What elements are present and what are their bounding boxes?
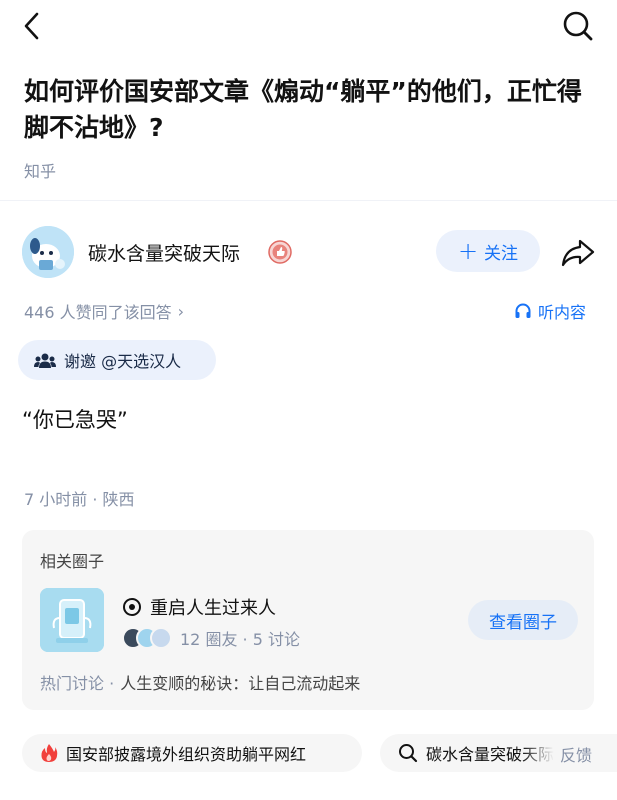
circle-stats: 12 圈友 · 5 讨论 <box>122 626 300 650</box>
thumbs-up-badge-icon <box>268 240 292 264</box>
hot-discussion-text: 人生变顺的秘诀：让自己流动起来 <box>120 674 361 693</box>
author-name[interactable]: 碳水含量突破天际 <box>88 239 240 266</box>
follow-label: 关注 <box>484 243 519 264</box>
member-avatars <box>122 627 174 649</box>
listen-button[interactable]: 听内容 <box>514 299 586 323</box>
related-circle-heading: 相关圈子 <box>40 552 105 571</box>
section-divider <box>0 200 617 201</box>
related-circle-card[interactable]: 相关圈子 重启人生过来人 12 圈友 · 5 讨论 查看圈子 热门讨论 · 人生… <box>22 530 594 710</box>
feedback-link[interactable]: 反馈 <box>560 742 592 766</box>
circle-thumbnail[interactable] <box>40 588 104 652</box>
circle-title[interactable]: 重启人生过来人 <box>122 594 276 620</box>
share-button[interactable] <box>560 236 596 270</box>
headphones-icon <box>515 303 531 318</box>
hot-topic-text: 国安部披露境外组织资助躺平网红 <box>66 745 307 764</box>
author-avatar[interactable] <box>22 226 74 278</box>
group-icon <box>34 353 56 368</box>
circle-name: 重启人生过来人 <box>150 598 276 619</box>
dog-avatar-icon <box>22 226 74 278</box>
target-icon <box>123 598 141 616</box>
back-button[interactable] <box>18 10 48 42</box>
search-icon <box>399 744 418 763</box>
hot-discussion-label: 热门讨论 · <box>40 674 115 693</box>
plus-icon: + <box>457 237 479 265</box>
question-source: 知乎 <box>24 162 57 181</box>
chevron-left-icon <box>24 12 39 40</box>
answer-content: “你已急哭” <box>22 408 128 432</box>
search-button[interactable] <box>560 8 596 44</box>
invite-label: 谢邀 @天选汉人 <box>64 352 182 371</box>
follow-button[interactable]: + 关注 <box>436 230 540 272</box>
search-suggestion-text: 碳水含量突破天际 <box>426 745 555 764</box>
question-title[interactable]: 如何评价国安部文章《煽动“躺平”的他们，正忙得脚不沾地》? <box>24 74 594 146</box>
listen-label: 听内容 <box>538 303 587 322</box>
answer-meta: 7 小时前 · 陕西 <box>24 490 135 509</box>
circle-stats-text: 12 圈友 · 5 讨论 <box>180 630 300 649</box>
view-circle-button[interactable]: 查看圈子 <box>468 600 578 640</box>
fire-icon <box>41 744 58 762</box>
search-icon <box>563 11 593 41</box>
invite-tag[interactable]: 谢邀 @天选汉人 <box>18 340 216 380</box>
share-arrow-icon <box>561 239 595 267</box>
chevron-right-icon: › <box>177 301 185 321</box>
hot-topic-chip[interactable]: 国安部披露境外组织资助躺平网红 <box>22 734 362 772</box>
vote-count-text: 446 人赞同了该回答 <box>24 303 172 322</box>
hot-discussion[interactable]: 热门讨论 · 人生变顺的秘诀：让自己流动起来 <box>40 670 360 694</box>
top-bar <box>0 0 617 52</box>
phone-illustration-icon <box>40 588 104 652</box>
vote-count[interactable]: 446 人赞同了该回答 › <box>24 299 184 323</box>
